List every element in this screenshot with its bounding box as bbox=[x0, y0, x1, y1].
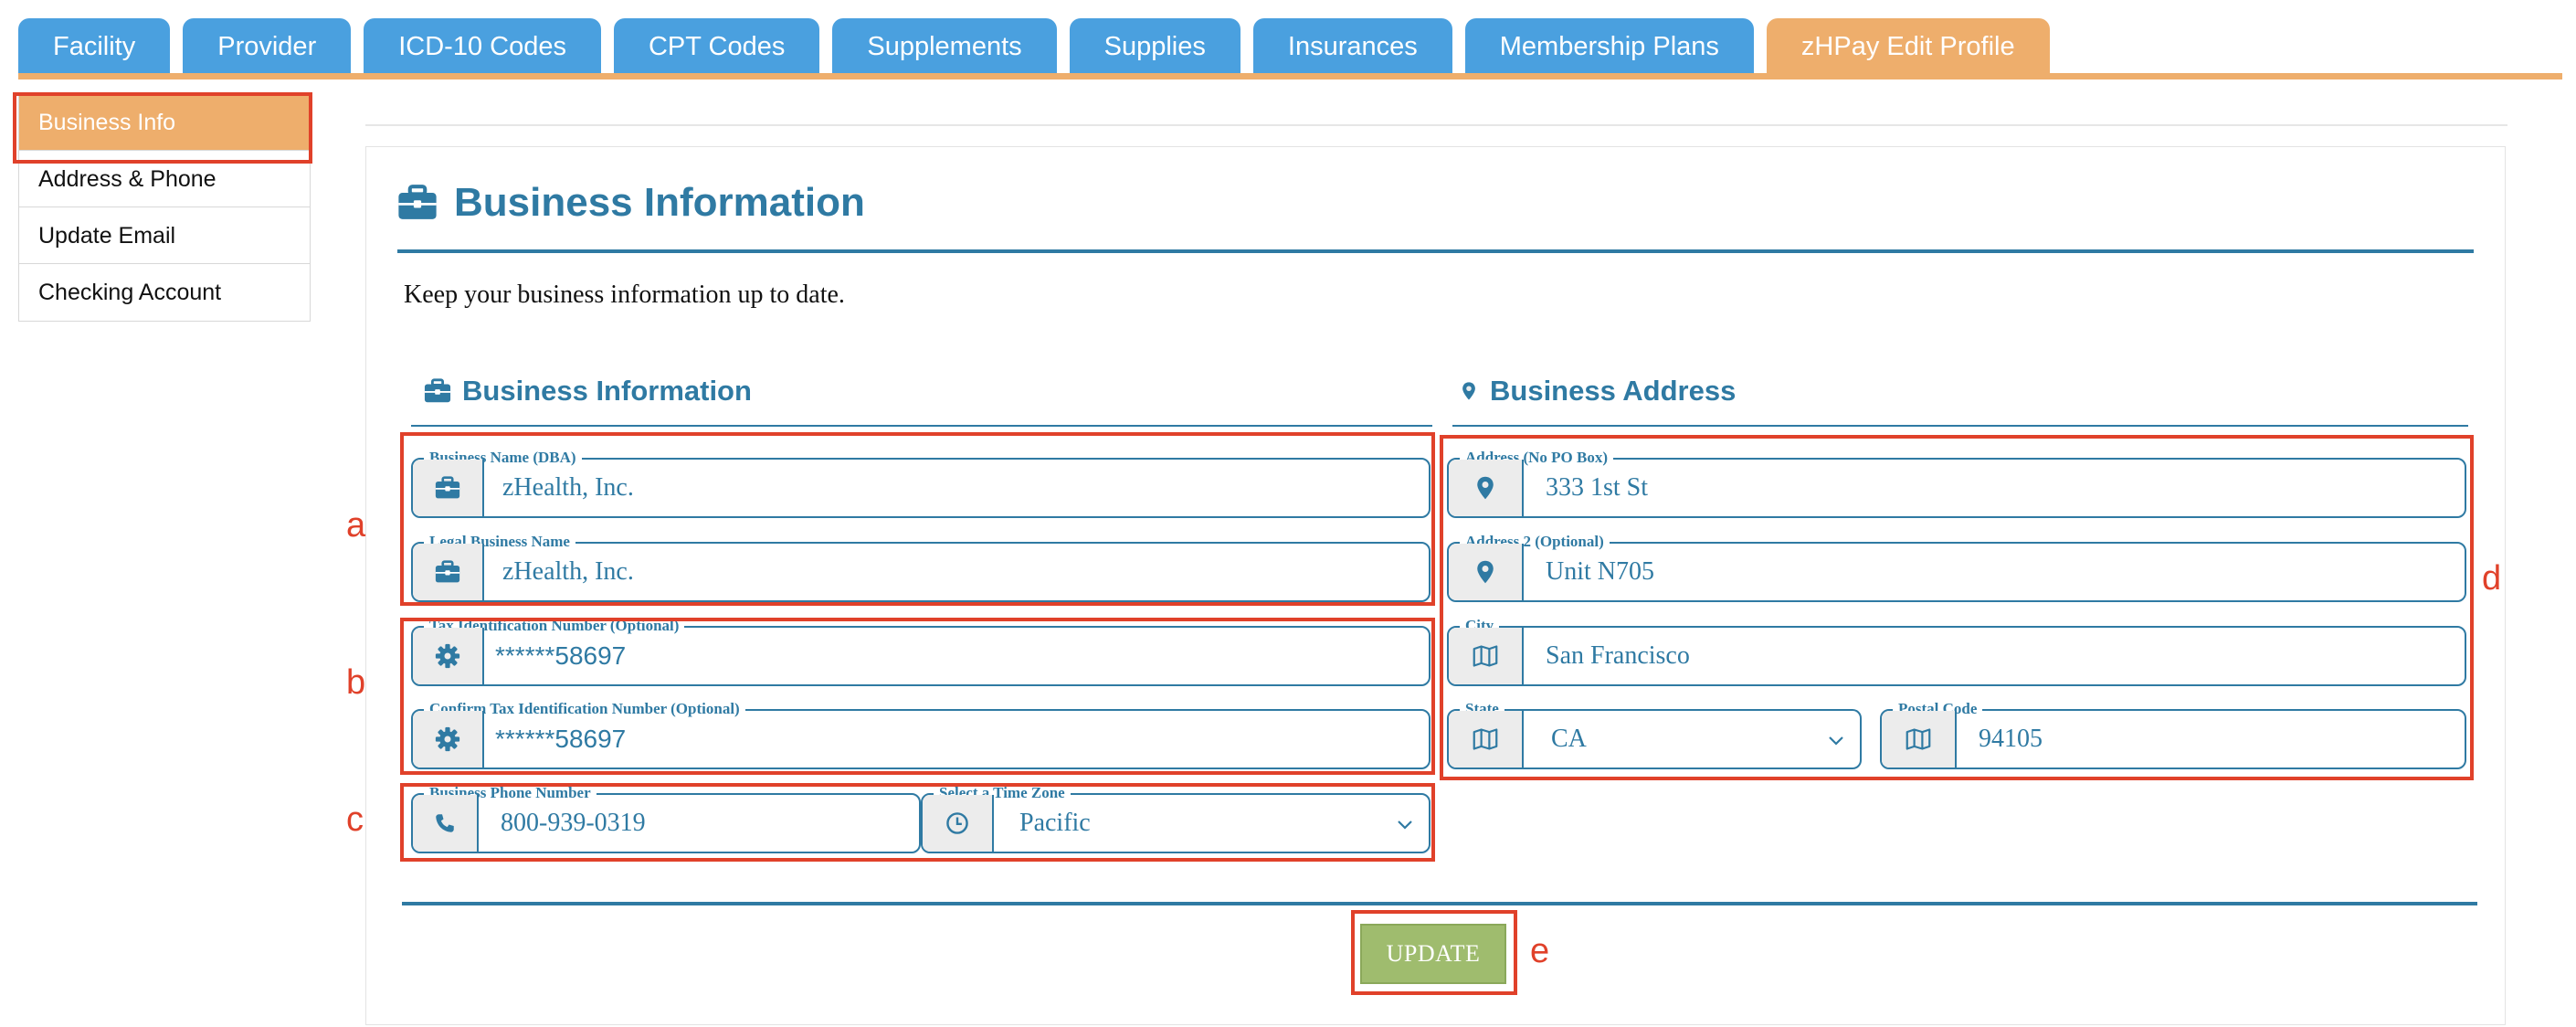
section-divider bbox=[1452, 425, 2468, 427]
annotation-label-c: c bbox=[346, 800, 364, 839]
section-heading-text: Business Information bbox=[462, 375, 752, 407]
annotation-label-a: a bbox=[346, 506, 366, 545]
tab-underline bbox=[18, 73, 2562, 79]
divider bbox=[365, 124, 2507, 126]
page-title-text: Business Information bbox=[454, 180, 865, 225]
section-divider bbox=[411, 425, 1432, 427]
update-button[interactable]: UPDATE bbox=[1360, 924, 1506, 984]
intro-text: Keep your business information up to dat… bbox=[404, 281, 845, 309]
title-divider bbox=[397, 249, 2474, 253]
annotation-box-business-info-tab bbox=[13, 92, 312, 164]
page-title: Business Information bbox=[397, 174, 865, 232]
briefcase-icon bbox=[424, 378, 451, 404]
annotation-box-c bbox=[400, 783, 1435, 862]
annotation-box-b bbox=[400, 618, 1435, 775]
tab-insurances[interactable]: Insurances bbox=[1252, 18, 1452, 75]
briefcase-icon bbox=[397, 185, 438, 221]
business-information-heading: Business Information bbox=[424, 371, 752, 411]
section-heading-text: Business Address bbox=[1490, 375, 1737, 407]
annotation-label-e: e bbox=[1530, 932, 1550, 970]
tab-facility[interactable]: Facility bbox=[18, 18, 171, 75]
map-marker-icon bbox=[1459, 378, 1479, 404]
tab-zhpay-edit-profile[interactable]: zHPay Edit Profile bbox=[1766, 18, 2050, 75]
annotation-box-d bbox=[1440, 435, 2474, 780]
tab-supplies[interactable]: Supplies bbox=[1069, 18, 1240, 75]
subnav-item-checking-account[interactable]: Checking Account bbox=[19, 264, 310, 321]
annotation-box-a bbox=[400, 432, 1435, 606]
annotation-label-b: b bbox=[346, 663, 366, 702]
tab-membership-plans[interactable]: Membership Plans bbox=[1464, 18, 1754, 75]
tab-supplements[interactable]: Supplements bbox=[832, 18, 1057, 75]
tab-cpt-codes[interactable]: CPT Codes bbox=[613, 18, 820, 75]
tab-icd10-codes[interactable]: ICD-10 Codes bbox=[364, 18, 601, 75]
annotation-label-d: d bbox=[2482, 559, 2502, 598]
business-address-heading: Business Address bbox=[1459, 371, 1736, 411]
top-tabs: Facility Provider ICD-10 Codes CPT Codes… bbox=[18, 18, 2050, 75]
subnav-item-update-email[interactable]: Update Email bbox=[19, 207, 310, 264]
tab-provider[interactable]: Provider bbox=[183, 18, 352, 75]
footer-divider bbox=[402, 902, 2477, 905]
